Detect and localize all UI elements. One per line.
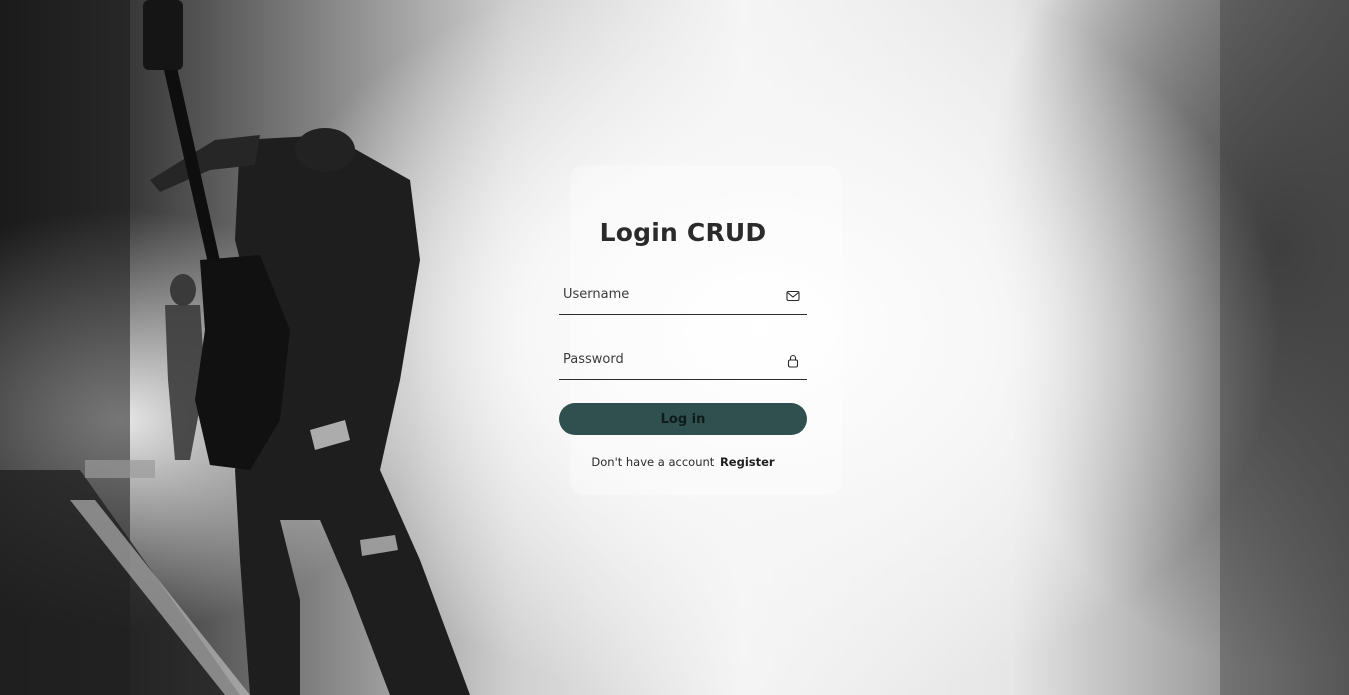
register-prompt-text: Don't have a account [591, 455, 715, 469]
username-field[interactable] [559, 280, 807, 315]
register-link[interactable]: Register [720, 455, 775, 469]
mail-icon [786, 290, 800, 302]
login-card [570, 165, 842, 495]
username-input[interactable] [563, 284, 778, 304]
page-title: Login CRUD [599, 218, 767, 247]
login-button[interactable]: Log in [559, 403, 807, 435]
password-input[interactable] [563, 349, 778, 369]
password-field[interactable] [559, 345, 807, 380]
lock-icon [787, 354, 799, 368]
register-prompt: Don't have a account Register [559, 455, 807, 469]
